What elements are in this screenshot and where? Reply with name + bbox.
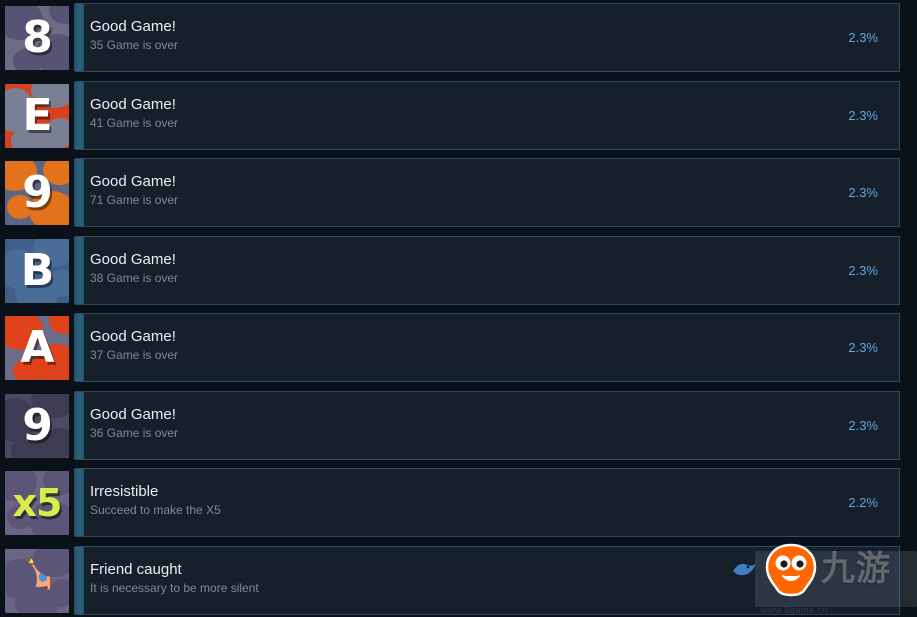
achievement-accent-bar <box>74 236 84 304</box>
achievement-icon-e[interactable]: E <box>5 83 69 148</box>
achievement-description: 37 Game is over <box>90 348 179 362</box>
achievement-row[interactable]: B Good Game! 38 Game is over 2.3% <box>0 232 917 310</box>
achievement-global-percent: 2.2% <box>848 495 878 510</box>
achievement-description: 38 Game is over <box>90 270 179 285</box>
achievement-panel[interactable]: Good Game! 36 Game is over 2.3% <box>74 390 900 460</box>
achievement-description: 36 Game is over <box>90 425 179 440</box>
achievement-global-percent: 2.3% <box>848 185 878 200</box>
achievement-text-block: Good Game! 37 Game is over <box>84 314 848 381</box>
achievement-panel[interactable]: Good Game! 41 Game is over 2.3% <box>74 80 900 150</box>
achievement-title: Good Game! <box>90 405 176 423</box>
achievement-text-block: Good Game! 41 Game is over <box>84 82 848 149</box>
achievement-panel[interactable]: Friend caught It is necessary to be more … <box>74 545 900 615</box>
achievement-title: Good Game! <box>90 95 176 113</box>
achievement-accent-bar <box>74 546 84 614</box>
achievement-accent-bar <box>74 391 84 459</box>
achievement-panel[interactable]: Irresistible Succeed to make the X5 2.2% <box>74 468 900 537</box>
achievement-row[interactable]: Friend caught It is necessary to be more … <box>0 542 917 617</box>
achievement-description: Succeed to make the X5 <box>90 503 221 517</box>
achievement-title: Friend caught <box>90 560 182 578</box>
achievement-icon-glyph: 8 <box>22 12 53 63</box>
achievement-icon-9-orange[interactable]: 9 <box>5 161 69 225</box>
achievement-text-block: Good Game! 35 Game is over <box>84 4 848 71</box>
achievement-description: 71 Game is over <box>90 193 179 207</box>
achievement-text-block: Good Game! 71 Game is over <box>84 159 848 226</box>
achievement-text-block: Good Game! 36 Game is over <box>84 392 848 459</box>
achievement-accent-bar <box>74 81 84 149</box>
achievement-icon-8[interactable]: 8 <box>5 6 69 70</box>
achievement-text-block: Irresistible Succeed to make the X5 <box>84 469 848 536</box>
achievement-title: Good Game! <box>90 173 176 190</box>
achievement-icon-9-purple[interactable]: 9 <box>5 393 69 458</box>
achievement-global-percent: 2.3% <box>848 340 878 355</box>
achievement-icon-glyph: 9 <box>22 167 53 218</box>
achievement-icon-face[interactable] <box>5 548 69 613</box>
achievement-description: 41 Game is over <box>90 115 179 130</box>
achievement-title: Irresistible <box>90 483 159 500</box>
achievement-panel[interactable]: Good Game! 71 Game is over 2.3% <box>74 158 900 227</box>
achievement-icon-glyph: B <box>20 244 55 296</box>
achievement-description: 35 Game is over <box>90 38 179 52</box>
achievement-global-percent: 2.3% <box>848 417 878 433</box>
achievement-panel[interactable]: Good Game! 38 Game is over 2.3% <box>74 235 900 305</box>
achievement-title: Good Game! <box>90 328 176 345</box>
achievement-accent-bar <box>74 314 84 381</box>
achievement-text-block: Friend caught It is necessary to be more … <box>84 547 878 614</box>
achievement-row[interactable]: 8 Good Game! 35 Game is over 2.3% <box>0 0 917 78</box>
achievement-list: 8 Good Game! 35 Game is over 2.3% E Good Game… <box>0 0 917 617</box>
achievement-title: Good Game! <box>90 18 176 35</box>
achievement-title: Good Game! <box>90 250 176 268</box>
achievement-icon-a[interactable]: A <box>5 316 69 380</box>
achievement-row[interactable]: x5 Irresistible Succeed to make the X5 2.2% <box>0 465 917 543</box>
achievement-row[interactable]: E Good Game! 41 Game is over 2.3% <box>0 77 917 155</box>
achievement-accent-bar <box>74 159 84 226</box>
achievement-global-percent: 2.3% <box>848 30 878 45</box>
achievement-global-percent: 2.3% <box>848 262 878 278</box>
achievement-icon-glyph: E <box>22 89 52 141</box>
achievement-row[interactable]: 9 Good Game! 36 Game is over 2.3% <box>0 387 917 465</box>
achievement-icon-x5[interactable]: x5 <box>5 471 69 535</box>
achievement-global-percent: 2.3% <box>848 107 878 123</box>
achievement-text-block: Good Game! 38 Game is over <box>84 237 848 304</box>
achievement-row[interactable]: 9 Good Game! 71 Game is over 2.3% <box>0 155 917 233</box>
achievement-panel[interactable]: Good Game! 35 Game is over 2.3% <box>74 3 900 72</box>
achievement-accent-bar <box>74 4 84 71</box>
achievement-description: It is necessary to be more silent <box>90 580 259 595</box>
achievement-accent-bar <box>74 469 84 536</box>
achievement-panel[interactable]: Good Game! 37 Game is over 2.3% <box>74 313 900 382</box>
achievement-icon-glyph: 9 <box>22 399 53 451</box>
achievement-icon-glyph: A <box>20 322 54 373</box>
achievement-row[interactable]: A Good Game! 37 Game is over 2.3% <box>0 310 917 388</box>
achievement-icon-b[interactable]: B <box>5 238 69 303</box>
achievement-icon-glyph: x5 <box>12 481 63 525</box>
